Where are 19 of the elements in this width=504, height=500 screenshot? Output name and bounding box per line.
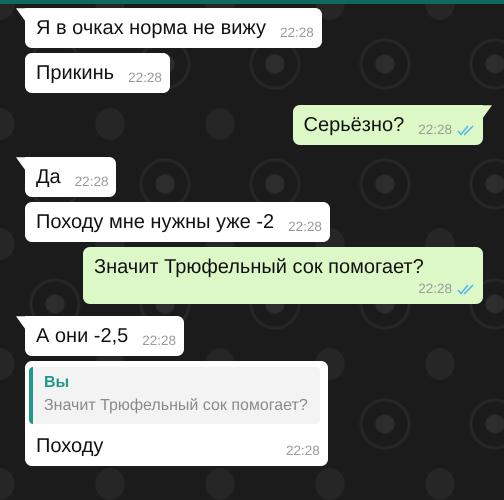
quote-text: Значит Трюфельный сок помогает? <box>44 396 308 416</box>
message-text: Серьёзно? <box>304 113 404 138</box>
message-text: Походу мне нужны уже -2 <box>36 210 274 235</box>
quoted-message[interactable]: Вы Значит Трюфельный сок помогает? <box>29 367 320 424</box>
message-time: 22:28 <box>74 174 108 190</box>
message-time: 22:28 <box>128 70 162 86</box>
message-time: 22:28 <box>142 333 176 349</box>
message-time: 22:28 <box>418 281 452 297</box>
message-time: 22:28 <box>418 122 452 138</box>
message-text: Я в очках норма не вижу <box>36 16 266 41</box>
message-text: Да <box>36 165 61 190</box>
message-text: Значит Трюфельный сок помогает? <box>94 255 424 280</box>
message-time: 22:28 <box>280 25 314 41</box>
quote-author: Вы <box>44 373 70 393</box>
message-text: А они -2,5 <box>36 324 128 349</box>
message-time: 22:28 <box>286 443 320 459</box>
message-text: Походу <box>36 434 104 459</box>
message-time: 22:28 <box>288 219 322 235</box>
message-text: Прикинь <box>36 61 114 86</box>
